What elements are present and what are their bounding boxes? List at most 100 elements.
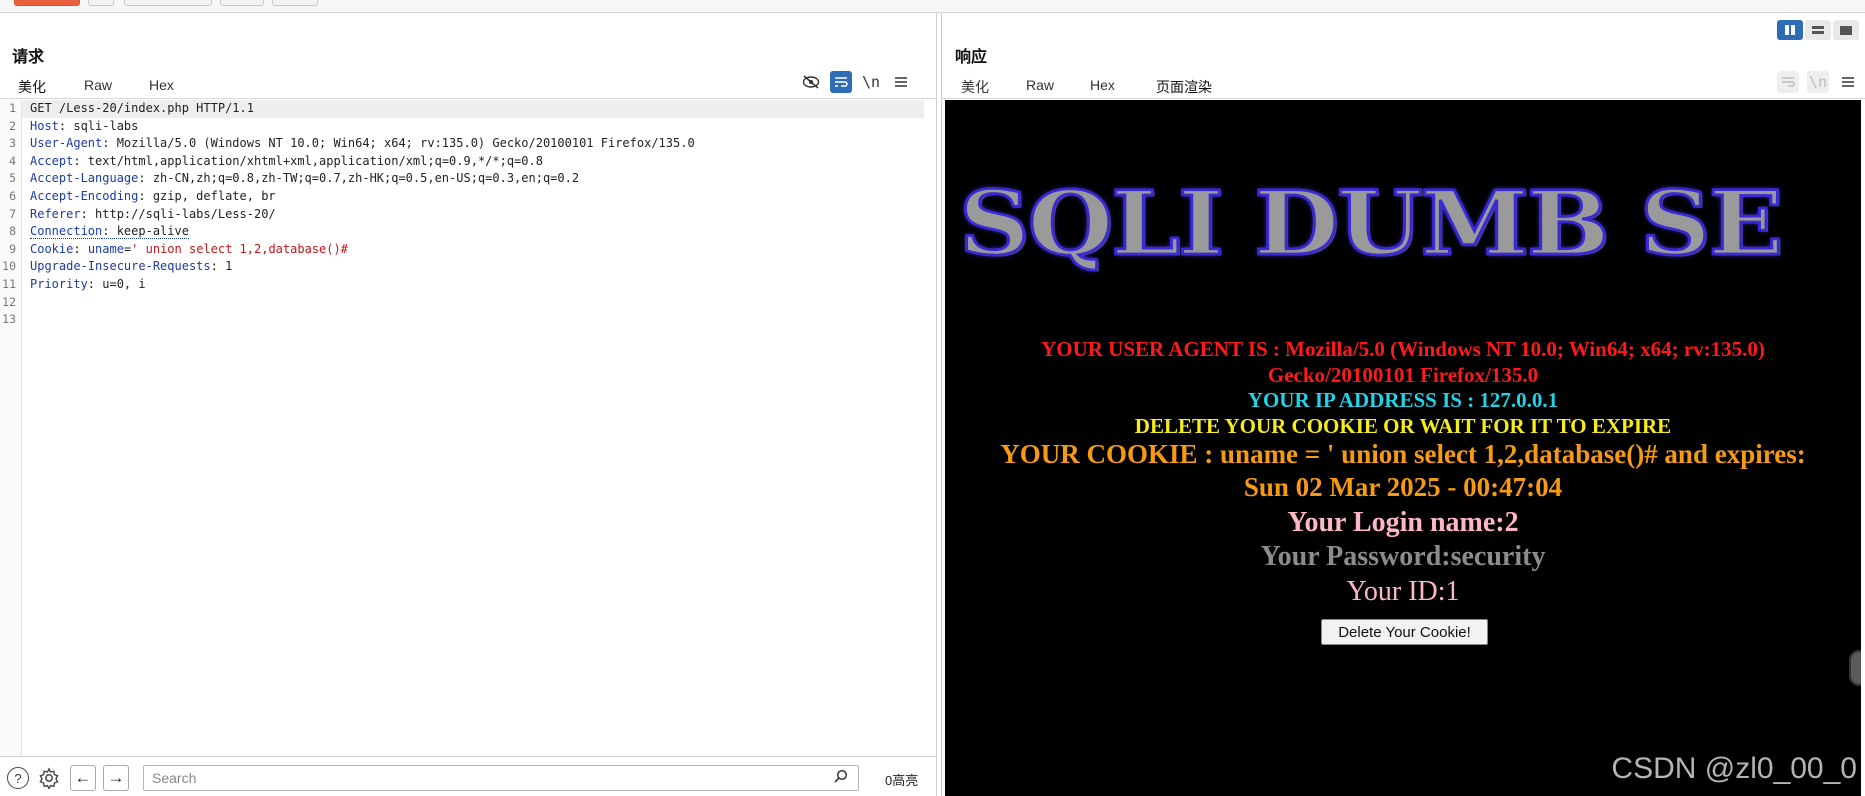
line-number: 10 (2, 259, 16, 274)
line-number: 3 (9, 136, 16, 151)
line-number: 8 (9, 224, 16, 239)
rendered-page: SQLI DUMB SE YOUR USER AGENT IS : Mozill… (945, 100, 1861, 796)
code-line: 13 (2, 311, 924, 329)
code-token: Accept-Encoding (30, 188, 139, 203)
toolbar-button[interactable] (272, 0, 318, 6)
code-token: Upgrade-Insecure-Requests (30, 259, 211, 274)
tab-response-raw[interactable]: Raw (1020, 77, 1060, 98)
code-token: : zh-CN,zh;q=0.8,zh-TW;q=0.7,zh-HK;q=0.5… (138, 171, 580, 186)
code-token: Cookie (30, 241, 74, 256)
request-tools: \n (800, 71, 912, 93)
code-line: 7 Referer: http://sqli-labs/Less-20/ (9, 206, 924, 224)
tab-response-pretty[interactable]: 美化 (955, 77, 995, 102)
menu-icon[interactable] (1837, 71, 1859, 93)
line-number: 1 (9, 101, 16, 115)
code-token: : text/html,application/xhtml+xml,applic… (73, 153, 543, 168)
toolbar-button[interactable] (88, 0, 114, 6)
wrap-lines-icon[interactable] (1777, 71, 1799, 93)
line-text: Priority: u=0, i (22, 277, 146, 291)
code-token: : sqli-labs (58, 118, 139, 133)
code-token: : Mozilla/5.0 (Windows NT 10.0; Win64; x… (102, 136, 695, 151)
request-panel: 请求 美化 Raw Hex \n 1 GET /Less-20/index.php… (0, 13, 937, 796)
code-line: 5 Accept-Language: zh-CN,zh;q=0.8,zh-TW;q… (9, 170, 924, 188)
code-line: 4 Accept: text/html,application/xhtml+xml… (9, 153, 924, 171)
code-token: uname (87, 241, 124, 256)
gear-icon[interactable] (38, 767, 60, 789)
code-token: Host (30, 118, 59, 133)
code-token: ' union select 1,2,database()# (131, 241, 348, 256)
tab-request-raw[interactable]: Raw (78, 77, 118, 98)
help-icon[interactable]: ? (7, 767, 29, 789)
user-agent-text: YOUR USER AGENT IS : Mozilla/5.0 (Window… (945, 336, 1861, 388)
request-editor[interactable]: 1 GET /Less-20/index.php HTTP/1.1 2 Host: s… (0, 100, 936, 756)
code-token: GET /Less-20/index.php HTTP/1.1 (30, 101, 254, 115)
line-text: GET /Less-20/index.php HTTP/1.1 (22, 101, 254, 115)
cookie-text: YOUR COOKIE : uname = ' union select 1,2… (945, 438, 1861, 504)
tab-response-hex[interactable]: Hex (1084, 77, 1121, 98)
response-panel: 响应 美化 Raw Hex 页面渲染 \n SQLI DUMB SE YOUR … (941, 13, 1865, 796)
user-agent-line-2: Gecko/20100101 Firefox/135.0 (1267, 363, 1539, 387)
delete-cookie-notice: DELETE YOUR COOKIE OR WAIT FOR IT TO EXP… (1134, 414, 1672, 438)
line-text: Accept: text/html,application/xhtml+xml,… (22, 154, 543, 168)
newline-toggle-icon[interactable]: \n (1807, 71, 1829, 93)
code-token: Accept-Language (30, 171, 139, 186)
code-line: 2 Host: sqli-labs (9, 118, 924, 136)
code-token: : http://sqli-labs/Less-20/ (80, 206, 276, 221)
code-token: : u=0, i (87, 276, 146, 291)
line-text: Connection: keep-alive (22, 224, 189, 240)
code-line: 9 Cookie: uname=' union select 1,2,databa… (9, 241, 924, 259)
response-tools: \n (1777, 71, 1859, 93)
ip-address-text: YOUR IP ADDRESS IS : 127.0.0.1 (1247, 388, 1559, 412)
cookie-line-1: YOUR COOKIE : uname = ' union select 1,2… (1000, 439, 1806, 469)
line-text: User-Agent: Mozilla/5.0 (Windows NT 10.0… (22, 136, 695, 150)
tab-request-hex[interactable]: Hex (143, 77, 180, 98)
line-text: Accept-Language: zh-CN,zh;q=0.8,zh-TW;q=… (22, 171, 579, 185)
code-token: : 1 (210, 259, 233, 274)
line-text: Accept-Encoding: gzip, deflate, br (22, 189, 276, 203)
code-token: Accept (30, 153, 74, 168)
forward-arrow-icon[interactable]: → (103, 765, 129, 791)
user-agent-line-1: YOUR USER AGENT IS : Mozilla/5.0 (Window… (1041, 337, 1765, 361)
side-handle[interactable] (1849, 650, 1861, 686)
code-token: User-Agent (30, 136, 103, 151)
back-arrow-icon[interactable]: ← (70, 765, 96, 791)
toolbar-button[interactable] (124, 0, 212, 6)
line-text: Upgrade-Insecure-Requests: 1 (22, 259, 232, 273)
search-icon[interactable] (834, 769, 848, 783)
top-toolbar-strip (0, 0, 1865, 13)
response-title: 响应 (955, 49, 988, 66)
highlight-count: 0高亮 (885, 773, 919, 788)
code-line: 1 GET /Less-20/index.php HTTP/1.1 (9, 100, 924, 118)
search-input[interactable] (143, 765, 859, 791)
sqli-banner: SQLI DUMB SE (957, 171, 1784, 277)
line-number: 5 (9, 171, 16, 186)
line-number: 13 (2, 312, 16, 327)
code-token: : gzip, deflate, br (138, 188, 276, 203)
send-button-partial[interactable] (14, 0, 80, 6)
hide-eye-icon[interactable] (800, 71, 822, 93)
delete-cookie-button[interactable]: Delete Your Cookie! (1321, 619, 1488, 645)
line-number: 4 (9, 153, 16, 168)
request-title: 请求 (12, 49, 45, 66)
wrap-lines-icon[interactable] (830, 71, 852, 93)
toolbar-button[interactable] (220, 0, 264, 6)
code-token: Priority (30, 276, 88, 291)
request-tabs: 美化 Raw Hex (0, 73, 936, 105)
newline-toggle-icon[interactable]: \n (860, 71, 882, 93)
request-code: 1 GET /Less-20/index.php HTTP/1.1 2 Host: s… (2, 100, 924, 329)
line-number: 2 (9, 118, 16, 133)
line-text: Cookie: uname=' union select 1,2,databas… (22, 242, 348, 256)
response-tabs: 美化 Raw Hex 页面渲染 (942, 73, 1865, 105)
user-id-text: Your ID:1 (1346, 576, 1460, 607)
code-token: Referer (30, 206, 81, 221)
password-text: Your Password:security (1260, 541, 1546, 572)
login-name-text: Your Login name:2 (1287, 507, 1519, 538)
line-number: 12 (2, 294, 16, 309)
code-token: : keep-alive (102, 224, 189, 240)
line-text: Referer: http://sqli-labs/Less-20/ (22, 207, 276, 221)
line-text: Host: sqli-labs (22, 119, 138, 133)
code-line: 12 (2, 294, 924, 312)
line-number: 7 (9, 206, 16, 221)
menu-icon[interactable] (890, 71, 912, 93)
code-line: 3 User-Agent: Mozilla/5.0 (Windows NT 10.… (9, 135, 924, 153)
